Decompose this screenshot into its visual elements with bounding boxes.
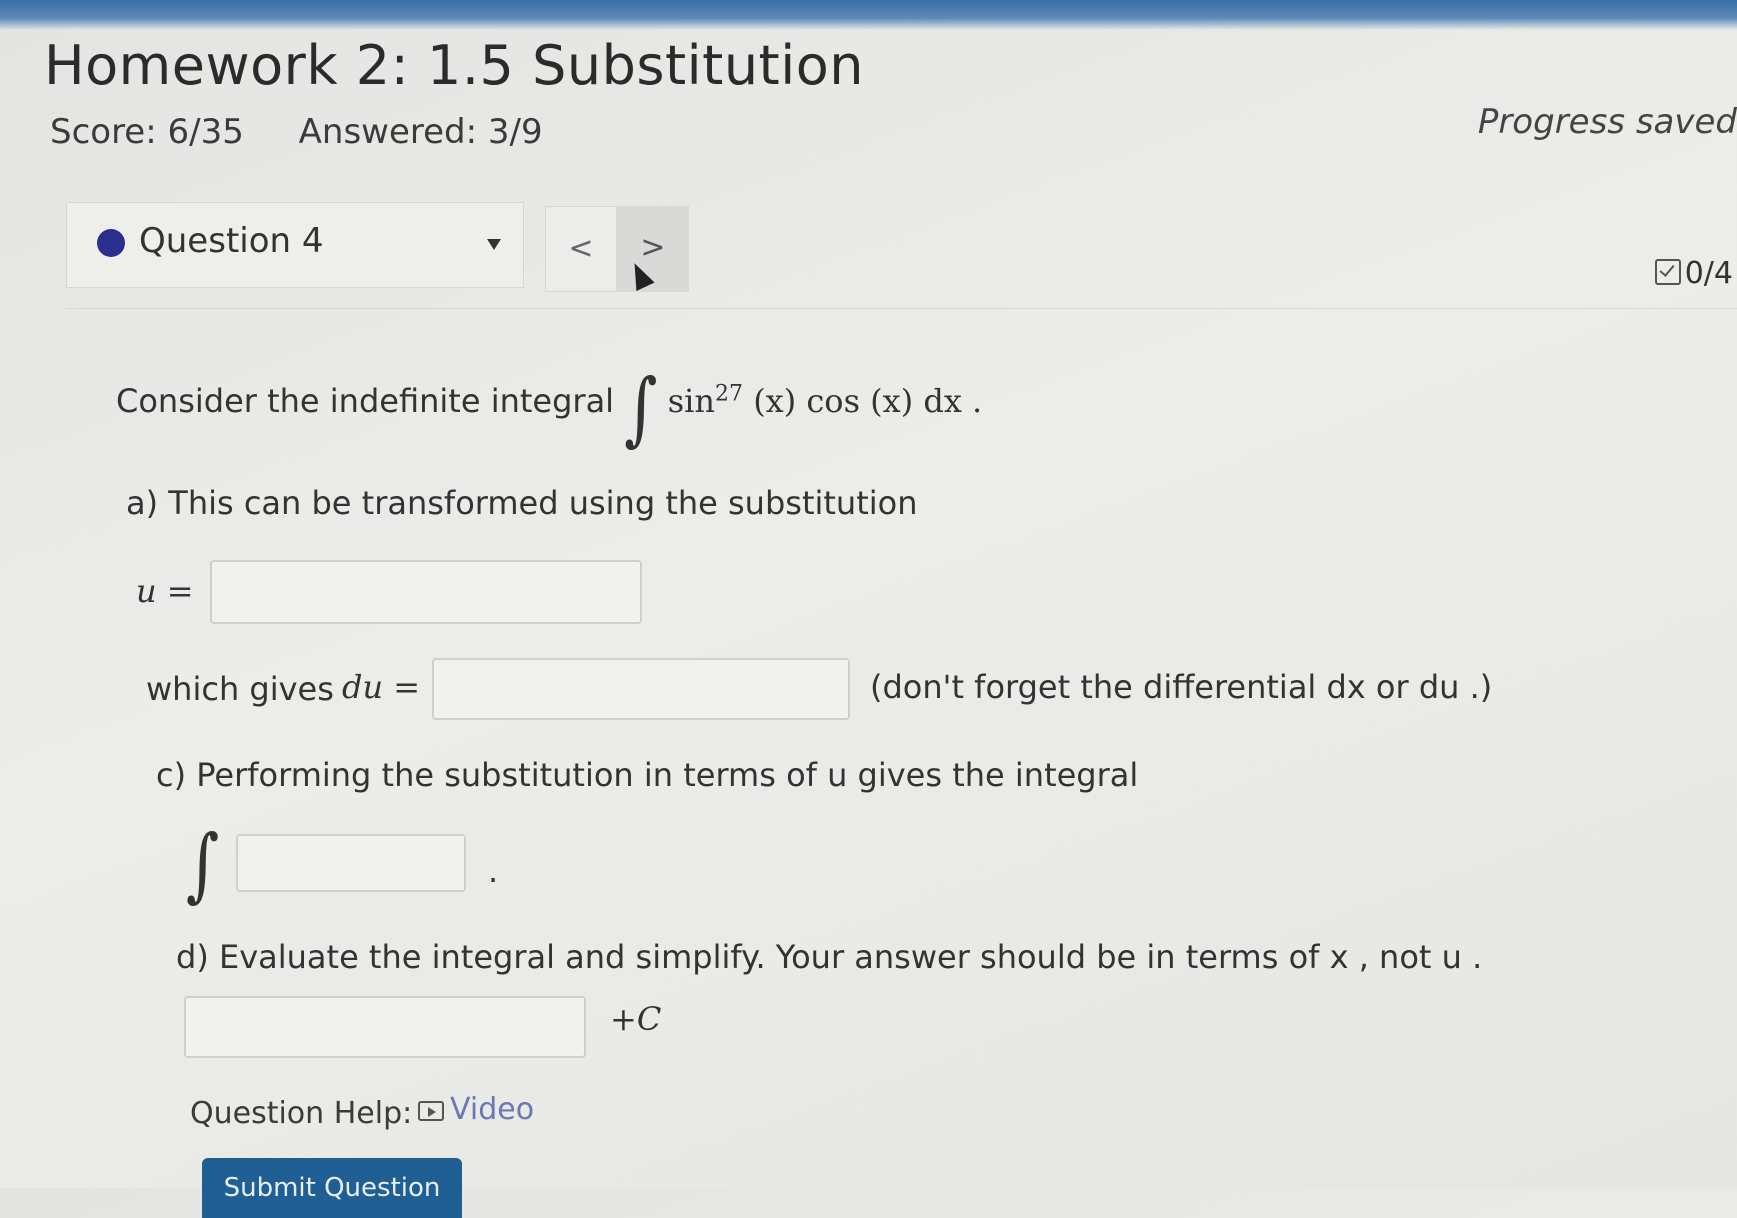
integral-sign-icon: ∫ (186, 818, 220, 912)
question-intro: Consider the indefinite integral ∫ sin27… (116, 362, 983, 456)
question-help-label: Question Help: (190, 1096, 413, 1131)
integrand: sin27 (x) cos (x) dx . (667, 381, 983, 420)
divider (66, 308, 1737, 309)
checkbox-icon (1654, 259, 1681, 285)
answered-text: Answered: 3/9 (298, 112, 543, 152)
score-line: Score: 6/35 Answered: 3/9 (50, 112, 587, 152)
integral-sign-small: ∫ (186, 819, 219, 912)
top-banner (0, 0, 1737, 30)
u-label: u = (136, 572, 194, 610)
du-input[interactable] (432, 658, 850, 720)
which-gives-text: which gives (146, 670, 334, 708)
integral-u-input[interactable] (236, 834, 466, 892)
previous-question-button[interactable]: < (545, 206, 617, 292)
period-mark: . (488, 852, 499, 890)
submit-question-button[interactable]: Submit Question (202, 1158, 462, 1218)
question-status-dot-icon (97, 229, 125, 257)
score-text: Score: 6/35 (50, 112, 244, 152)
video-help-link[interactable]: Video (418, 1092, 534, 1127)
video-icon (418, 1101, 444, 1121)
question-points: 0/4 (1654, 256, 1733, 291)
integral-sign-icon: ∫ (624, 362, 658, 456)
part-a-text: a) This can be transformed using the sub… (126, 484, 918, 522)
caret-down-icon (487, 239, 501, 250)
question-select-label: Question 4 (139, 221, 324, 261)
differential-note: (don't forget the differential dx or du … (870, 668, 1493, 706)
du-label: du = (342, 668, 421, 706)
part-d-text: d) Evaluate the integral and simplify. Y… (176, 938, 1483, 976)
antiderivative-input[interactable] (184, 996, 586, 1058)
progress-status: Progress saved (1477, 102, 1737, 142)
u-substitution-input[interactable] (210, 560, 642, 624)
part-c-text: c) Performing the substitution in terms … (156, 756, 1139, 794)
page-title: Homework 2: 1.5 Substitution (44, 34, 864, 97)
plus-c-label: +C (610, 1000, 662, 1038)
question-select-dropdown[interactable]: Question 4 (66, 202, 524, 288)
